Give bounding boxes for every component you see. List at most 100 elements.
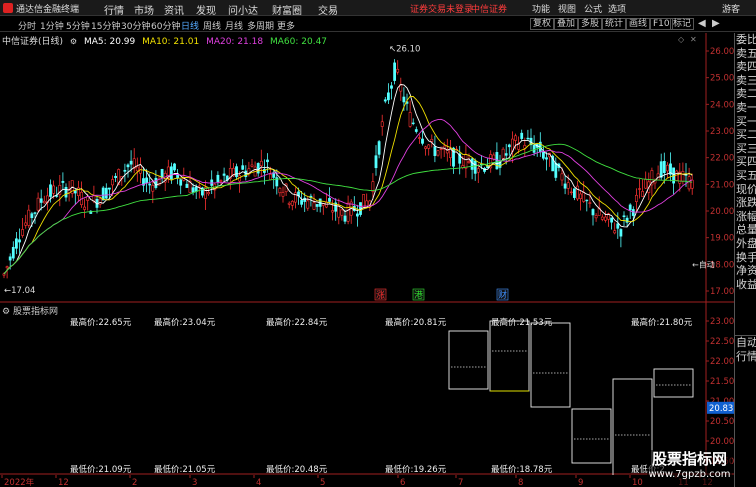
watermark: 股票指标网 www.7gpzb.com (647, 450, 732, 486)
candle-body (27, 209, 31, 226)
candle-body (148, 183, 152, 186)
quote-side-panel: 委比 卖五 卖四 卖三 卖二 卖一 买一 买二 买三 买四 买五 现价 涨跌 涨幅 总量 外盘 换手 净资 收益 自… (734, 33, 756, 487)
menu-trade[interactable]: 交易 (318, 2, 338, 17)
period-weekly[interactable]: 周线 (203, 19, 221, 32)
period-more[interactable]: 更多 (277, 19, 295, 32)
period-60min[interactable]: 60分钟 (151, 19, 180, 32)
period-15min[interactable]: 15分钟 (91, 19, 120, 32)
main-kline-chart[interactable]: 26.00 25.00 24.00 23.00 22.00 21.00 20.00 19.00… (0, 33, 734, 303)
mark-button[interactable]: 标记 (670, 18, 695, 30)
period-toolbar: 分时 1分钟 5分钟 15分钟 30分钟 60分钟 日线 周线 月线 多周期 更… (0, 17, 756, 32)
candle-body (622, 215, 626, 217)
auto-label[interactable]: 自动 (735, 336, 756, 350)
broker-name[interactable]: 中信证券 (471, 2, 507, 15)
candle-body (520, 132, 524, 139)
x-tick-label: 7 (458, 478, 463, 487)
low-price-text: 最低价:20.48元 (266, 464, 328, 475)
candle-body (269, 174, 273, 181)
period-intraday[interactable]: 分时 (18, 19, 36, 32)
period-1min[interactable]: 1分钟 (40, 19, 64, 32)
y-tick-label: 19.00 (710, 234, 734, 244)
menu-function[interactable]: 功能 (532, 2, 550, 15)
menu-formula[interactable]: 公式 (584, 2, 602, 15)
quote-label[interactable]: 行情 (735, 350, 756, 364)
menu-discover[interactable]: 发现 (196, 2, 216, 17)
candle-body (613, 230, 617, 234)
trade-login-notice[interactable]: 证券交易未登录 (410, 2, 473, 15)
app-logo-icon (3, 3, 13, 13)
range-box (489, 320, 530, 392)
candle-body (408, 112, 412, 127)
candle-body (665, 164, 669, 172)
candle-body (616, 223, 620, 229)
menu-view[interactable]: 视图 (558, 2, 576, 15)
candle-body (439, 148, 443, 150)
candle-body (492, 154, 496, 160)
candle-body (594, 215, 598, 219)
overlay-button[interactable]: 叠加 (554, 18, 579, 30)
y-tick-label: 17.00 (710, 287, 734, 297)
y-tick-label: 21.00 (710, 180, 734, 190)
period-monthly[interactable]: 月线 (225, 19, 243, 32)
candle-body (61, 181, 65, 183)
candle-body (566, 182, 570, 189)
period-5min[interactable]: 5分钟 (66, 19, 90, 32)
period-30min[interactable]: 30分钟 (121, 19, 150, 32)
quote-field-label: 委比 (736, 33, 756, 46)
menu-options[interactable]: 选项 (608, 2, 626, 15)
candlestick-series (2, 59, 694, 279)
candle-body (396, 68, 400, 73)
x-tick-label: 4 (256, 478, 261, 487)
quote-field-label: 买五 (736, 168, 756, 182)
prev-arrow-icon[interactable]: ◀ (698, 18, 706, 29)
candle-body (507, 144, 511, 148)
candle-body (464, 154, 468, 169)
x-tick-label: 10 (632, 478, 643, 487)
candle-body (433, 146, 437, 156)
sub-indicator-chart[interactable]: 最高价:22.65元 最高价:23.04元 最高价:22.84元 最高价:20.81元… (0, 303, 734, 475)
menu-news[interactable]: 资讯 (164, 2, 184, 17)
sub-y-tick-label: 20.50 (710, 417, 734, 427)
menu-market[interactable]: 市场 (134, 2, 154, 17)
event-marker-label: 港 (414, 289, 423, 301)
quote-field-label: 买二 (736, 128, 756, 142)
date-x-axis: 2022年1223456789101112 (1, 475, 713, 487)
auto-mark-label: ←自动 (692, 259, 715, 269)
candle-body (386, 92, 390, 101)
menu-wealth[interactable]: 财富圈 (272, 2, 302, 17)
low-price-label: ←17.04 (4, 286, 35, 296)
menu-quotes[interactable]: 行情 (104, 2, 124, 17)
candle-body (129, 160, 133, 165)
candle-body (374, 155, 378, 169)
high-low-labels: 最高价:22.65元 最高价:23.04元 最高价:22.84元 最高价:20.81元… (70, 317, 693, 475)
candle-body (331, 210, 335, 213)
candle-body (414, 129, 418, 132)
candle-body (644, 179, 648, 189)
candle-body (185, 183, 189, 188)
candle-body (173, 163, 176, 171)
stats-button[interactable]: 统计 (602, 18, 627, 30)
high-price-text: 最高价:22.84元 (266, 317, 328, 328)
candle-body (278, 188, 282, 194)
multi-stock-button[interactable]: 多股 (578, 18, 603, 30)
candle-body (256, 163, 260, 174)
candle-body (49, 184, 52, 197)
quote-field-label: 买三 (736, 141, 756, 155)
candle-body (600, 216, 604, 220)
candle-body (340, 209, 344, 216)
quote-field-label: 现价 (736, 182, 756, 196)
menu-ask[interactable]: 问小达 (228, 2, 258, 17)
y-tick-label: 24.00 (710, 100, 734, 110)
candle-body (610, 217, 614, 223)
candle-body (545, 157, 548, 160)
x-tick-label: 6 (400, 478, 405, 487)
next-arrow-icon[interactable]: ▶ (712, 18, 720, 29)
period-daily[interactable]: 日线 (181, 19, 199, 32)
guest-user[interactable]: 游客 (722, 2, 740, 15)
x-tick-label: 2 (132, 478, 137, 487)
range-box (448, 330, 489, 390)
period-multi[interactable]: 多周期 (247, 19, 274, 32)
adjust-button[interactable]: 复权 (530, 18, 555, 30)
draw-line-button[interactable]: 画线 (626, 18, 651, 30)
sub-y-axis: 23.0022.5022.0021.5021.0020.5020.0019.50… (706, 317, 734, 467)
